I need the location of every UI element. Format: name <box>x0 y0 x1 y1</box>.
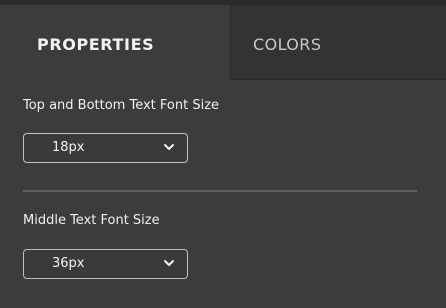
top-bottom-font-size-label: Top and Bottom Text Font Size <box>23 98 220 113</box>
middle-font-size-value: 36px <box>52 256 85 271</box>
properties-panel: PROPERTIES COLORS Top and Bottom Text Fo… <box>0 0 446 308</box>
tab-properties-label: PROPERTIES <box>37 35 155 54</box>
tab-bar: PROPERTIES COLORS <box>0 5 446 80</box>
top-bottom-font-size-select[interactable]: 18px <box>23 133 188 163</box>
tab-colors-label: COLORS <box>253 35 322 54</box>
tab-properties[interactable]: PROPERTIES <box>0 5 231 80</box>
tab-colors[interactable]: COLORS <box>231 5 446 80</box>
section-divider <box>23 190 417 192</box>
chevron-down-icon <box>164 260 174 266</box>
chevron-down-icon <box>164 144 174 150</box>
middle-font-size-select[interactable]: 36px <box>23 249 188 279</box>
top-bottom-font-size-value: 18px <box>52 140 85 155</box>
middle-font-size-label: Middle Text Font Size <box>23 213 160 228</box>
